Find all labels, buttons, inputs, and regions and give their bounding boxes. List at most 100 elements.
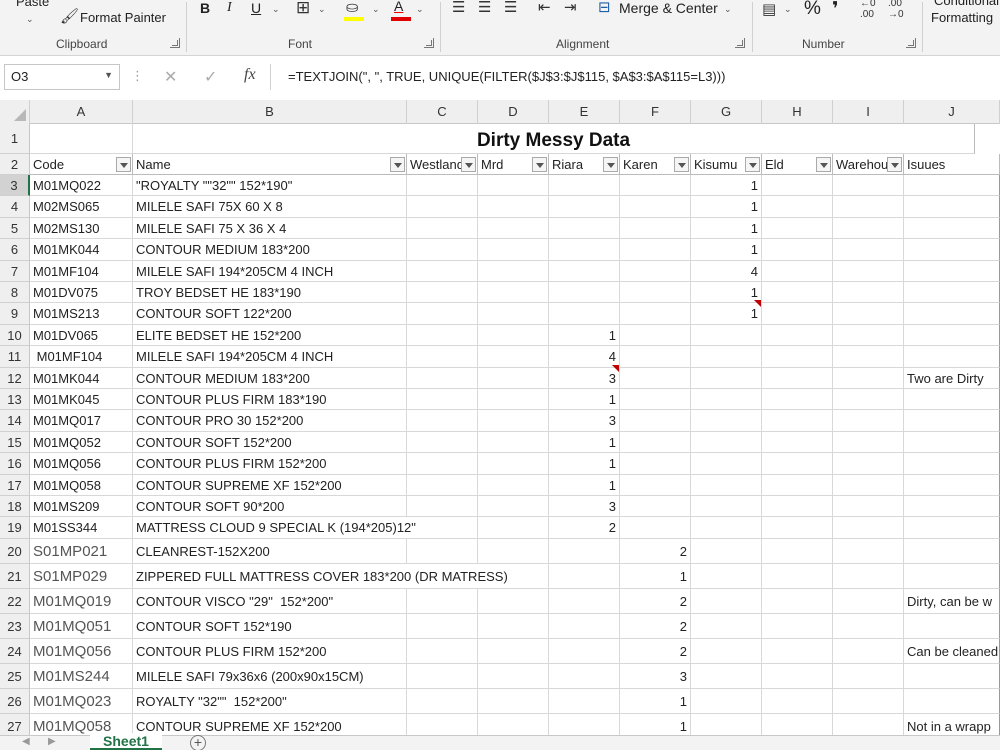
cell-f[interactable] (620, 260, 691, 282)
insert-function-icon[interactable]: fx (244, 66, 256, 84)
paste-button[interactable]: Paste (16, 0, 49, 9)
cell-g[interactable] (691, 453, 762, 475)
cell-j[interactable] (904, 346, 1000, 368)
cell-i[interactable] (833, 713, 904, 735)
filter-dropdown-icon[interactable] (116, 157, 131, 172)
header-a[interactable]: Code (30, 154, 133, 175)
cell-j[interactable] (904, 474, 1000, 496)
cell-h[interactable] (762, 563, 833, 589)
cell-h[interactable] (762, 217, 833, 240)
cell-e[interactable] (549, 303, 620, 325)
cell-e[interactable] (549, 282, 620, 304)
cell-b[interactable]: CONTOUR VISCO "29" 152*200" (133, 588, 407, 614)
cell-b[interactable]: MILELE SAFI 194*205CM 4 INCH (133, 260, 407, 282)
column-header-a[interactable]: A (30, 100, 133, 124)
cell-b[interactable]: ELITE BEDSET HE 152*200 (133, 324, 407, 347)
header-h[interactable]: Eld (762, 154, 833, 175)
cell-d[interactable] (478, 196, 549, 218)
cell-h[interactable] (762, 688, 833, 714)
cell-f[interactable] (620, 282, 691, 304)
cell-a[interactable]: M01MS244 (30, 663, 133, 689)
cell-a[interactable]: M01MK044 (30, 239, 133, 261)
cell-f[interactable]: 3 (620, 663, 691, 689)
cell-e[interactable] (549, 217, 620, 240)
cell-e[interactable]: 1 (549, 324, 620, 347)
cell-g[interactable] (691, 538, 762, 564)
cell-b[interactable]: ZIPPERED FULL MATTRESS COVER 183*200 (DR… (133, 564, 508, 589)
cell-h[interactable] (762, 613, 833, 639)
cell-i[interactable] (833, 638, 904, 664)
cell-b[interactable]: ROYALTY "32"" 152*200" (133, 688, 407, 714)
cell-e[interactable] (549, 713, 620, 735)
cell-d[interactable] (478, 613, 549, 639)
paste-dropdown-icon[interactable]: ⌄ (26, 14, 34, 25)
cell-e[interactable]: 1 (549, 431, 620, 454)
row-header[interactable]: 21 (0, 563, 30, 589)
increase-indent-icon[interactable]: ⇥ (564, 0, 577, 16)
cell-e[interactable] (549, 239, 620, 261)
tab-sheet1[interactable]: Sheet1 (90, 733, 162, 750)
borders-dropdown-icon[interactable]: ⌄ (318, 4, 326, 15)
row-header[interactable]: 26 (0, 688, 30, 714)
row-header[interactable]: 22 (0, 588, 30, 614)
cell-j[interactable]: Not in a wrapp (904, 713, 1000, 735)
cell-i[interactable] (833, 346, 904, 368)
enter-icon[interactable]: ✓ (204, 67, 217, 87)
filter-dropdown-icon[interactable] (887, 157, 902, 172)
cell-i[interactable] (833, 688, 904, 714)
cell-d[interactable] (478, 239, 549, 261)
cell-i[interactable] (833, 663, 904, 689)
cell-b[interactable]: CONTOUR PRO 30 152*200 (133, 410, 407, 432)
filter-dropdown-icon[interactable] (461, 157, 476, 172)
cell-i[interactable] (833, 389, 904, 411)
cell-f[interactable] (620, 517, 691, 539)
column-header-b[interactable]: B (133, 100, 407, 124)
header-i[interactable]: Warehouse (833, 154, 904, 175)
cell-d[interactable] (478, 367, 549, 389)
cell-i[interactable] (833, 496, 904, 518)
format-painter-button[interactable]: Format Painter (80, 10, 166, 25)
cell-d[interactable] (478, 496, 549, 518)
cell-b[interactable]: "ROYALTY ""32"" 152*190" (133, 175, 407, 197)
cell-g[interactable]: 1 (691, 239, 762, 261)
cell-h[interactable] (762, 175, 833, 197)
cell-a[interactable]: M01MQ056 (30, 453, 133, 475)
cell-j[interactable] (904, 688, 1000, 714)
cell-c[interactable] (407, 410, 478, 432)
cell-c[interactable] (407, 431, 478, 454)
cell-d[interactable] (478, 410, 549, 432)
cell-e[interactable]: 4 (549, 346, 620, 372)
cell-j[interactable]: Two are Dirty (904, 367, 1000, 389)
column-header-f[interactable]: F (620, 100, 691, 124)
cell-f[interactable] (620, 496, 691, 518)
cell-g[interactable] (691, 613, 762, 639)
cell-d[interactable] (478, 175, 549, 197)
cell-b[interactable]: CLEANREST-152X200 (133, 538, 407, 564)
row-header[interactable]: 11 (0, 346, 30, 368)
cell-f[interactable]: 2 (620, 538, 691, 564)
cell-a[interactable]: M01MQ019 (30, 588, 133, 614)
cell-b[interactable]: MILELE SAFI 194*205CM 4 INCH (133, 346, 407, 368)
cell-g[interactable] (691, 663, 762, 689)
cell-g[interactable] (691, 688, 762, 714)
cell-h[interactable] (762, 239, 833, 261)
row-header[interactable]: 4 (0, 196, 30, 218)
cell-f[interactable] (620, 410, 691, 432)
cell-a[interactable]: M01MQ058 (30, 713, 133, 735)
cell-h[interactable] (762, 496, 833, 518)
row-header[interactable]: 10 (0, 324, 30, 347)
cell-g[interactable] (691, 638, 762, 664)
cell-e[interactable] (549, 638, 620, 664)
decrease-decimal-icon[interactable]: .00 →0 (888, 0, 904, 20)
cell-f[interactable] (620, 453, 691, 475)
cell-a[interactable]: M01MF104 (30, 346, 133, 368)
cell-j[interactable] (904, 517, 1000, 539)
row-header[interactable]: 2 (0, 154, 30, 175)
cell-a[interactable]: M01MS209 (30, 496, 133, 518)
cell-b[interactable]: CONTOUR SUPREME XF 152*200 (133, 474, 407, 496)
cell-e[interactable] (549, 688, 620, 714)
add-sheet-button[interactable]: + (190, 735, 206, 750)
cell-j[interactable] (904, 239, 1000, 261)
header-g[interactable]: Kisumu (691, 154, 762, 175)
cell-i[interactable] (833, 196, 904, 218)
